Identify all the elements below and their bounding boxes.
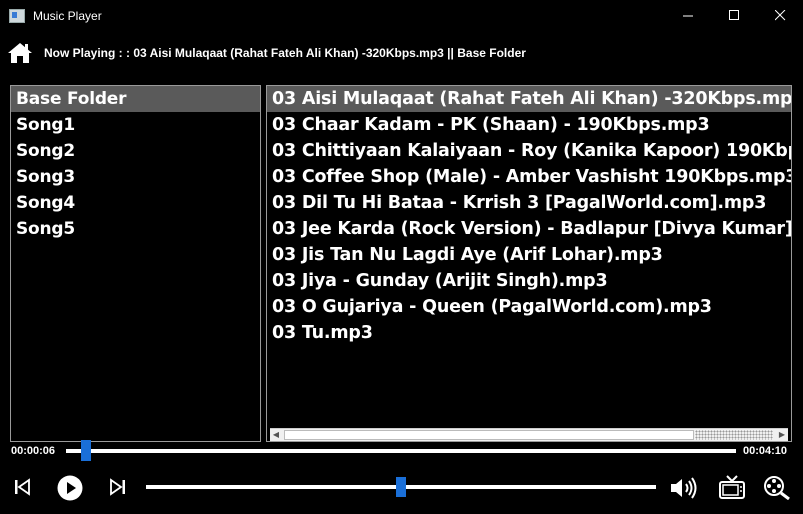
maximize-button[interactable] xyxy=(711,0,757,31)
tv-button[interactable] xyxy=(717,473,747,501)
folder-item[interactable]: Song4 xyxy=(11,190,260,216)
video-search-button[interactable] xyxy=(762,473,792,501)
folder-item[interactable]: Base Folder xyxy=(11,86,260,112)
folder-list: Base Folder Song1 Song2 Song3 Song4 Song5 xyxy=(10,85,261,442)
home-icon[interactable] xyxy=(7,42,33,64)
song-item[interactable]: 03 Jis Tan Nu Lagdi Aye (Arif Lohar).mp3 xyxy=(267,242,791,268)
song-item[interactable]: 03 Chaar Kadam - PK (Shaan) - 190Kbps.mp… xyxy=(267,112,791,138)
scroll-left-icon[interactable]: ◀ xyxy=(270,429,282,441)
title-bar: Music Player xyxy=(0,0,803,31)
skip-next-icon xyxy=(110,478,125,496)
song-item[interactable]: 03 Coffee Shop (Male) - Amber Vashisht 1… xyxy=(267,164,791,190)
minimize-icon xyxy=(682,15,693,17)
folder-item[interactable]: Song5 xyxy=(11,216,260,242)
app-icon xyxy=(9,8,25,23)
total-time: 00:04:10 xyxy=(743,445,788,457)
volume-button[interactable] xyxy=(668,474,700,502)
song-list: 03 Aisi Mulaqaat (Rahat Fateh Ali Khan) … xyxy=(266,85,792,442)
now-playing-text: Now Playing : : 03 Aisi Mulaqaat (Rahat … xyxy=(44,46,526,60)
song-item[interactable]: 03 Tu.mp3 xyxy=(267,320,791,346)
song-list-horizontal-scrollbar[interactable]: ◀ ▶ xyxy=(270,428,788,441)
folder-item[interactable]: Song3 xyxy=(11,164,260,190)
song-item[interactable]: 03 Chittiyaan Kalaiyaan - Roy (Kanika Ka… xyxy=(267,138,791,164)
window-controls xyxy=(665,0,803,31)
folder-item[interactable]: Song1 xyxy=(11,112,260,138)
play-icon xyxy=(57,475,83,501)
close-icon xyxy=(774,10,785,21)
next-button[interactable] xyxy=(108,477,128,497)
close-button[interactable] xyxy=(757,0,803,31)
play-button[interactable] xyxy=(56,474,84,502)
previous-button[interactable] xyxy=(12,477,32,497)
minimize-button[interactable] xyxy=(665,0,711,31)
skip-previous-icon xyxy=(15,478,30,496)
seek-thumb[interactable] xyxy=(81,440,92,461)
song-item[interactable]: 03 Jee Karda (Rock Version) - Badlapur [… xyxy=(267,216,791,242)
tv-icon xyxy=(719,475,745,499)
song-item[interactable]: 03 Dil Tu Hi Bataa - Krrish 3 [PagalWorl… xyxy=(267,190,791,216)
window-title: Music Player xyxy=(33,8,102,23)
folder-item[interactable]: Song2 xyxy=(11,138,260,164)
song-item[interactable]: 03 O Gujariya - Queen (PagalWorld.com).m… xyxy=(267,294,791,320)
scrollbar-track[interactable] xyxy=(695,430,773,440)
now-playing-bar: Now Playing : : 03 Aisi Mulaqaat (Rahat … xyxy=(0,38,803,68)
scrollbar-thumb[interactable] xyxy=(284,430,694,440)
song-item[interactable]: 03 Aisi Mulaqaat (Rahat Fateh Ali Khan) … xyxy=(267,86,791,112)
elapsed-time: 00:00:06 xyxy=(11,445,56,457)
volume-thumb[interactable] xyxy=(396,477,406,497)
maximize-icon xyxy=(728,10,739,20)
video-search-icon xyxy=(764,476,790,500)
song-item[interactable]: 03 Jiya - Gunday (Arijit Singh).mp3 xyxy=(267,268,791,294)
scroll-right-icon[interactable]: ▶ xyxy=(776,429,788,441)
volume-icon xyxy=(671,477,697,499)
seek-bar[interactable] xyxy=(66,449,736,453)
